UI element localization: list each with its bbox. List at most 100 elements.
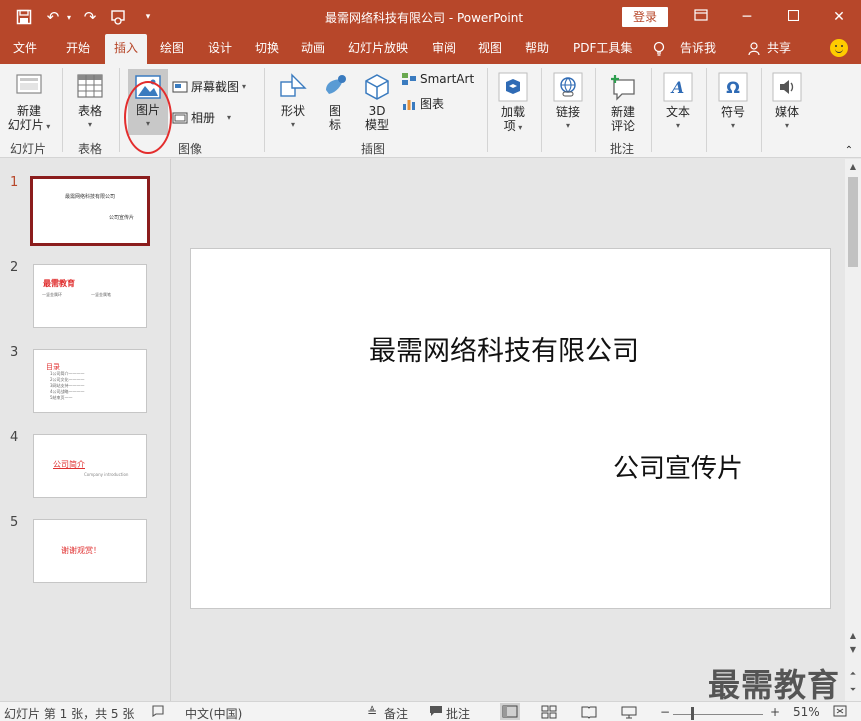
- ribbon-display-options-icon[interactable]: [689, 6, 713, 28]
- vertical-scrollbar[interactable]: ▲ ▲ ▼ ⏶ ⏷: [845, 159, 861, 701]
- scroll-down-icon[interactable]: ▼: [848, 645, 858, 655]
- screenshot-icon: [172, 80, 188, 93]
- spelling-check-icon[interactable]: [152, 705, 166, 720]
- tab-slideshow[interactable]: 幻灯片放映: [348, 34, 408, 64]
- slide-number: 2: [10, 260, 19, 275]
- tab-view[interactable]: 视图: [478, 34, 502, 64]
- 3d-models-label-1: 3D: [368, 104, 386, 118]
- comments-icon[interactable]: [429, 705, 443, 720]
- photo-album-button[interactable]: 相册 ▾: [172, 109, 231, 126]
- login-button[interactable]: 登录: [622, 7, 668, 27]
- minimize-icon[interactable]: ─: [735, 6, 759, 28]
- ribbon-separator: [706, 68, 707, 152]
- new-comment-button[interactable]: 新建 评论: [604, 72, 642, 133]
- share-button[interactable]: 共享: [767, 34, 791, 64]
- tab-review[interactable]: 审阅: [432, 34, 456, 64]
- text-button[interactable]: A 文本 ▾: [660, 72, 696, 133]
- text-label: 文本: [665, 105, 690, 119]
- scroll-up-icon[interactable]: ▲: [848, 162, 858, 172]
- photo-album-icon: [172, 111, 188, 124]
- new-slide-button[interactable]: 新建 幻灯片 ▾: [4, 72, 54, 134]
- tab-home[interactable]: 开始: [66, 34, 90, 64]
- group-label-slides: 幻灯片: [10, 142, 47, 156]
- slide-sorter-icon[interactable]: [541, 705, 557, 721]
- shapes-button[interactable]: 形状 ▾: [274, 72, 312, 132]
- previous-slide-icon[interactable]: ⏶: [848, 669, 858, 679]
- tab-help[interactable]: 帮助: [525, 34, 549, 64]
- zoom-slider[interactable]: [673, 714, 763, 715]
- thumb-title: 谢谢观赏！: [61, 546, 101, 555]
- scrollbar-thumb[interactable]: [848, 177, 858, 267]
- chevron-down-icon: ▾: [145, 119, 150, 128]
- new-comment-label-2: 评论: [610, 119, 635, 133]
- share-icon[interactable]: [748, 34, 762, 64]
- slide-thumbnail-pane: 1 最需网络科技有限公司 公司宣传片 2 最需教育 一竖金属环 一竖金属笔 3 …: [0, 159, 171, 701]
- smartart-button[interactable]: SmartArt: [401, 72, 474, 86]
- media-button[interactable]: 媒体 ▾: [769, 72, 805, 133]
- close-icon[interactable]: ✕: [827, 6, 851, 28]
- ribbon-separator: [761, 68, 762, 152]
- symbol-button[interactable]: Ω 符号 ▾: [715, 72, 751, 133]
- next-slide-icon[interactable]: ⏷: [848, 685, 858, 695]
- slide-title-text[interactable]: 最需网络科技有限公司: [369, 329, 639, 368]
- zoom-out-icon[interactable]: −: [660, 705, 670, 719]
- undo-dropdown-icon[interactable]: ▾: [58, 6, 80, 28]
- tab-animations[interactable]: 动画: [301, 34, 325, 64]
- thumb-text: 一竖金属笔: [91, 292, 111, 297]
- maximize-icon[interactable]: [781, 6, 805, 28]
- smiley-feedback-icon[interactable]: [830, 39, 848, 57]
- tell-me-search[interactable]: 告诉我: [680, 34, 716, 64]
- tab-draw[interactable]: 绘图: [160, 34, 184, 64]
- screenshot-button[interactable]: 屏幕截图 ▾: [172, 78, 246, 95]
- new-comment-icon: [611, 75, 635, 101]
- notes-button[interactable]: 备注: [384, 705, 408, 721]
- table-button[interactable]: 表格 ▾: [70, 72, 110, 132]
- tab-transitions[interactable]: 切换: [255, 34, 279, 64]
- current-slide[interactable]: 最需网络科技有限公司 公司宣传片: [190, 248, 831, 609]
- language-status[interactable]: 中文(中国): [185, 705, 242, 721]
- chevron-down-icon: ▾: [43, 122, 51, 131]
- addins-label-2: 项: [503, 119, 516, 133]
- fit-to-window-icon[interactable]: [833, 705, 847, 720]
- slide-thumbnail-3[interactable]: 目录 1公司简介———— 2公司文化———— 3网站支持———— 4公司战略——…: [33, 349, 147, 413]
- link-label: 链接: [555, 105, 580, 119]
- chevron-down-icon: ▾: [87, 120, 92, 129]
- tab-pdf-tools[interactable]: PDF工具集: [573, 34, 632, 64]
- normal-view-icon[interactable]: [500, 703, 520, 720]
- redo-icon[interactable]: ↷: [79, 6, 101, 28]
- comments-button[interactable]: 批注: [446, 705, 470, 721]
- icons-button[interactable]: 图 标: [318, 72, 352, 132]
- slide-subtitle-text[interactable]: 公司宣传片: [613, 448, 743, 485]
- text-icon: A: [663, 72, 693, 102]
- collapse-ribbon-icon[interactable]: ⌃: [842, 144, 856, 158]
- picture-button[interactable]: 图片 ▾: [128, 69, 168, 135]
- reading-view-icon[interactable]: [581, 705, 597, 721]
- icons-label-1: 图: [328, 104, 341, 118]
- new-slide-label-2: 幻灯片: [7, 118, 44, 132]
- chart-button[interactable]: 图表: [401, 95, 444, 112]
- start-from-beginning-icon[interactable]: [108, 6, 130, 28]
- smartart-icon: [402, 73, 416, 85]
- tab-design[interactable]: 设计: [208, 34, 232, 64]
- slideshow-icon[interactable]: [621, 705, 637, 721]
- link-button[interactable]: 链接 ▾: [550, 72, 586, 133]
- zoom-level[interactable]: 51%: [793, 705, 820, 719]
- lightbulb-icon[interactable]: [653, 34, 665, 64]
- slide-number: 4: [10, 430, 19, 445]
- zoom-slider-handle[interactable]: [691, 707, 694, 720]
- ribbon-separator: [651, 68, 652, 152]
- slide-thumbnail-1[interactable]: 最需网络科技有限公司 公司宣传片: [30, 176, 150, 246]
- save-icon[interactable]: [13, 6, 35, 28]
- slide-thumbnail-5[interactable]: 谢谢观赏！: [33, 519, 147, 583]
- tab-file[interactable]: 文件: [13, 34, 37, 64]
- slide-thumbnail-2[interactable]: 最需教育 一竖金属环 一竖金属笔: [33, 264, 147, 328]
- notes-icon[interactable]: ≜: [367, 705, 377, 719]
- chevron-down-icon: ▾: [730, 121, 735, 130]
- addins-button[interactable]: 加载 项 ▾: [495, 72, 531, 135]
- zoom-in-icon[interactable]: +: [770, 705, 780, 719]
- 3d-models-button[interactable]: 3D 模型: [360, 72, 394, 132]
- tab-insert[interactable]: 插入: [105, 34, 148, 64]
- customize-toolbar-icon[interactable]: ▾: [137, 6, 159, 28]
- scroll-up-icon[interactable]: ▲: [848, 631, 858, 641]
- slide-thumbnail-4[interactable]: 公司简介 Company introduction: [33, 434, 147, 498]
